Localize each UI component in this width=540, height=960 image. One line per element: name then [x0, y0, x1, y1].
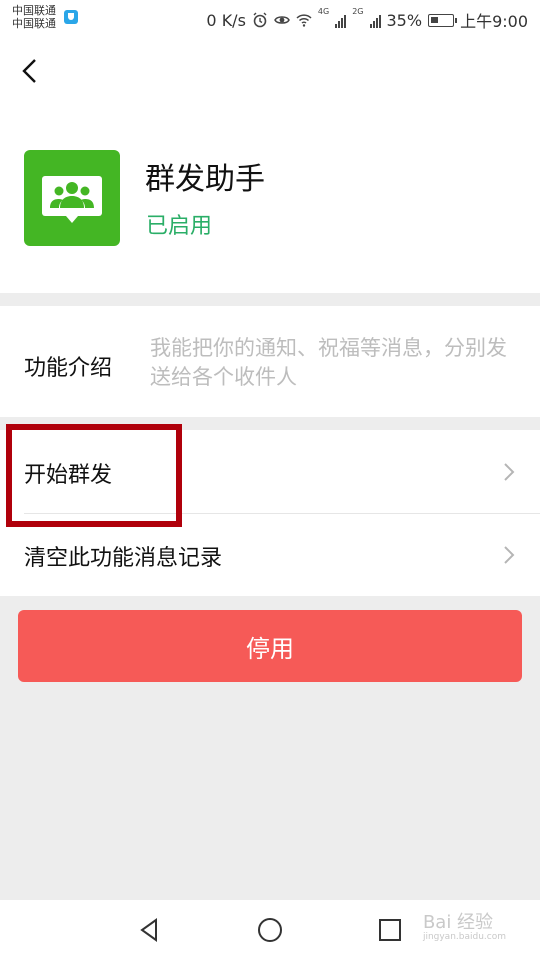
start-broadcast-label: 开始群发	[24, 463, 113, 488]
watermark-sub: jingyan.baidu.com	[422, 932, 506, 942]
chevron-right-icon	[504, 463, 515, 481]
battery-percent: 35%	[386, 10, 423, 30]
carrier-name-2: 中国联通	[12, 17, 56, 30]
carrier-name-1: 中国联通	[12, 4, 56, 17]
clear-history-item[interactable]: 清空此功能消息记录	[0, 513, 540, 596]
start-broadcast-item[interactable]: 开始群发	[0, 430, 540, 514]
app-header: 群发助手 已启用	[0, 36, 540, 293]
network-speed: 0 K/s	[206, 10, 246, 30]
nav-home-icon[interactable]	[256, 916, 284, 944]
status-bar: 中国联通 中国联通 0 K/s 4G 2G 35% 上午9:00	[0, 0, 540, 36]
nav-recent-icon[interactable]	[376, 916, 404, 944]
wifi-icon	[296, 14, 312, 27]
back-icon[interactable]	[16, 56, 46, 86]
app-status: 已启用	[146, 214, 213, 239]
action-list: 开始群发 清空此功能消息记录	[0, 430, 540, 596]
battery-fill	[431, 16, 439, 23]
watermark-text: Bai 经验	[422, 912, 494, 933]
eye-icon	[274, 16, 290, 24]
signal-strength-1-icon	[335, 12, 347, 28]
clock: 上午9:00	[460, 12, 528, 31]
network-type-2: 2G	[352, 7, 364, 16]
watermark: Bai 经验 jingyan.baidu.com	[423, 908, 506, 942]
battery-icon	[428, 13, 458, 27]
system-nav-bar: Bai 经验 jingyan.baidu.com	[0, 900, 540, 960]
security-shield-icon	[64, 10, 78, 24]
alarm-icon	[253, 12, 267, 28]
signal-strength-2-icon	[369, 12, 381, 28]
nav-back-icon[interactable]	[136, 916, 164, 944]
feature-intro-text: 我能把你的通知、祝福等消息，分别发送给各个收件人	[150, 336, 507, 389]
clear-history-label: 清空此功能消息记录	[24, 546, 223, 571]
group-chat-icon	[24, 150, 120, 246]
disable-button[interactable]: 停用	[18, 610, 522, 682]
app-title: 群发助手	[145, 162, 265, 197]
status-right: 0 K/s 4G 2G 35% 上午9:00	[206, 8, 528, 32]
feature-intro-label: 功能介绍	[24, 356, 113, 381]
feature-intro-row: 功能介绍 我能把你的通知、祝福等消息，分别发送给各个收件人	[0, 306, 540, 417]
carrier-info: 中国联通 中国联通	[12, 4, 56, 30]
network-type-1: 4G	[317, 7, 330, 16]
chevron-right-icon	[504, 546, 515, 564]
